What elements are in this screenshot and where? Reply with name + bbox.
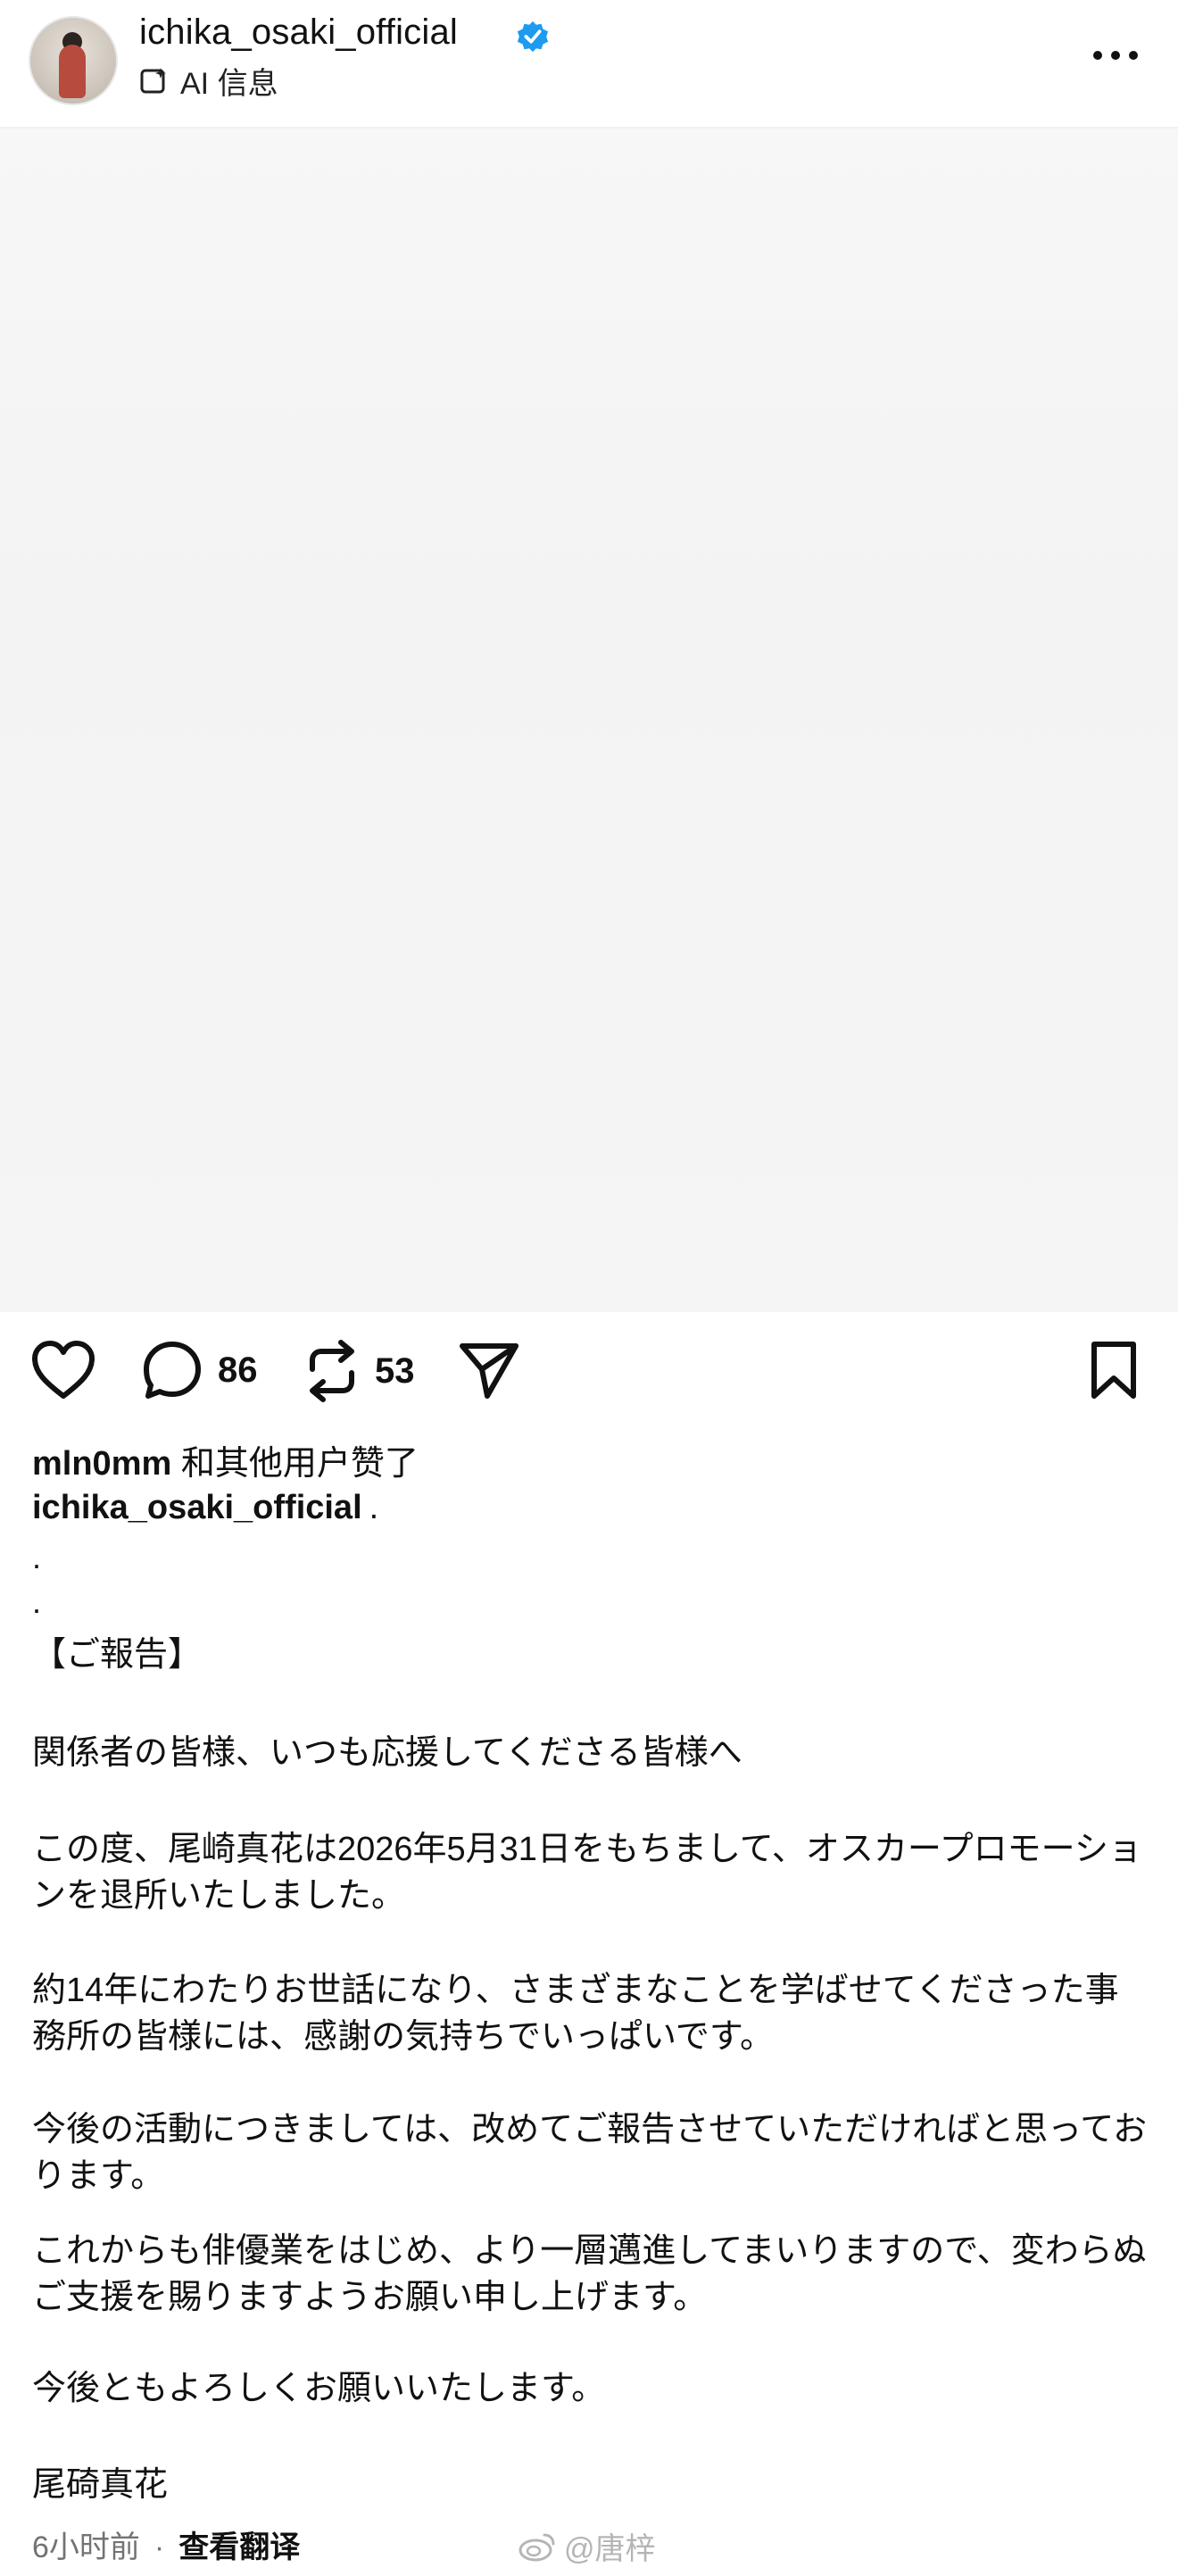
post-meta: 6小时前 · 查看翻译 — [32, 2522, 300, 2566]
comment-icon — [144, 1342, 201, 1399]
caption-paragraph-3: この度、尾崎真花は2026年5月31日をもちまして、オスカープロモーションを退所… — [32, 1831, 1142, 1915]
caption-paragraph-6: これからも俳優業をはじめ、より一層邁進してまいりますので、変わらぬご支援を賜りま… — [32, 2232, 1147, 2316]
post-image[interactable] — [0, 129, 1178, 1312]
post-header: ichika_osaki_official AI 信息 — [0, 0, 1178, 129]
liked-by-text[interactable]: mln0mm 和其他用户赞了 — [32, 1435, 419, 1484]
share-button[interactable] — [457, 1339, 521, 1401]
caption-signature: 尾碕真花 — [32, 2466, 169, 2504]
repost-button[interactable]: 53 — [303, 1339, 415, 1403]
caption-author-name[interactable]: ichika_osaki_official — [32, 1489, 362, 1526]
like-button[interactable] — [30, 1339, 96, 1401]
caption-paragraph-1: 【ご報告】 — [32, 1636, 203, 1674]
heart-icon — [32, 1341, 95, 1399]
caption-author-dot: . — [369, 1489, 379, 1526]
caption-paragraph-2: 関係者の皆様、いつも応援してくださる皆様へ — [32, 1734, 742, 1772]
caption-paragraph-4: 約14年にわたりお世話になり、さまざまなことを学ばせてくださった事務所の皆様には… — [32, 1972, 1119, 2056]
ai-info-button[interactable]: AI 信息 — [139, 62, 278, 101]
watermark: @唐梓 — [518, 2524, 656, 2568]
post-time: 6小时前 — [32, 2530, 140, 2564]
caption-paragraph-5: 今後の活動につきましては、改めてご報告させていただければと思っております。 — [32, 2111, 1148, 2195]
ai-info-label: AI 信息 — [180, 66, 278, 101]
repost-icon — [310, 1340, 354, 1402]
avatar-figure — [59, 45, 86, 98]
bookmark-button[interactable] — [1087, 1339, 1141, 1401]
caption-dot-1: . — [32, 1539, 42, 1575]
ai-info-icon — [140, 68, 166, 94]
liked-suffix: 和其他用户赞了 — [171, 1445, 419, 1483]
more-options-icon[interactable] — [1089, 36, 1142, 71]
bookmark-icon — [1091, 1342, 1136, 1399]
repost-count: 53 — [375, 1350, 415, 1391]
verified-badge-icon — [517, 21, 549, 53]
caption-dot-2: . — [32, 1583, 42, 1620]
weibo-icon — [518, 2533, 555, 2561]
comment-count: 86 — [218, 1350, 258, 1390]
username-link[interactable]: ichika_osaki_official — [139, 12, 458, 53]
action-bar: 86 53 — [0, 1330, 1178, 1410]
caption-author: ichika_osaki_official. — [32, 1489, 378, 1527]
liked-user[interactable]: mln0mm — [32, 1445, 171, 1483]
meta-separator: · — [153, 2530, 165, 2564]
avatar[interactable] — [29, 16, 118, 105]
watermark-text: @唐梓 — [564, 2532, 656, 2566]
caption-paragraph-7: 今後ともよろしくお願いいたします。 — [32, 2370, 606, 2407]
comment-button[interactable]: 86 — [141, 1339, 258, 1401]
share-icon — [460, 1343, 518, 1399]
see-translation-button[interactable]: 查看翻译 — [178, 2530, 300, 2564]
